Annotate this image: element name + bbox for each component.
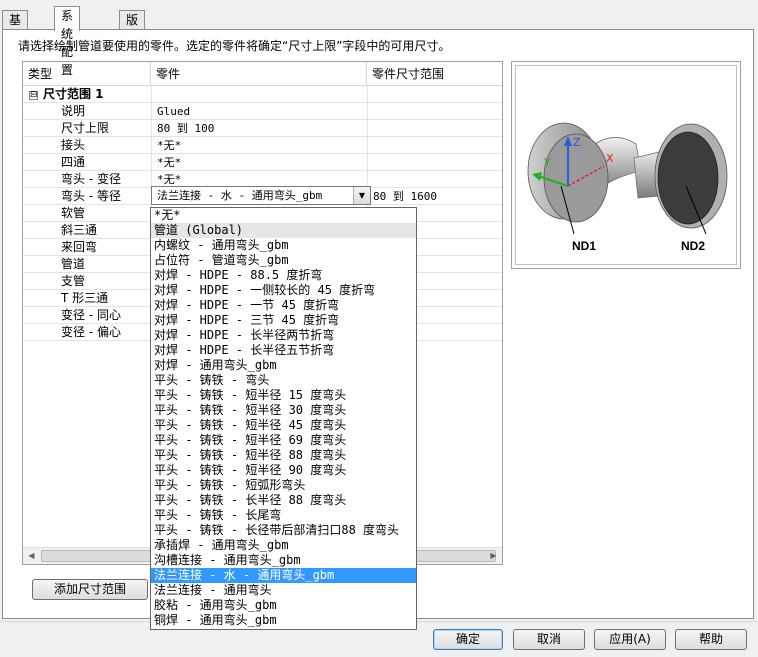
dropdown-item[interactable]: 对焊 - 通用弯头_gbm (151, 358, 416, 373)
label-nd2: ND2 (681, 239, 705, 253)
dropdown-item[interactable]: 铜焊 - 通用弯头_gbm (151, 613, 416, 628)
collapse-icon[interactable]: ⊟ (29, 91, 38, 100)
tab-system-config[interactable]: 系统配置 (54, 6, 81, 77)
dropdown-item[interactable]: 平头 - 铸铁 - 短半径 69 度弯头 (151, 433, 416, 448)
row-type-label[interactable]: 斜三通 (61, 222, 97, 239)
column-header-part[interactable]: 零件 (151, 62, 367, 86)
dropdown-item[interactable]: 平头 - 铸铁 - 长尾弯 (151, 508, 416, 523)
chevron-down-icon[interactable]: ▼ (353, 187, 370, 204)
row-type-label[interactable]: 变径 - 偏心 (61, 324, 121, 341)
tab-version-history[interactable]: 版本历史 (119, 10, 146, 81)
scroll-right-icon[interactable]: ▶ (485, 548, 502, 564)
column-header-size-range[interactable]: 零件尺寸范围 (367, 62, 502, 86)
instruction-text: 请选择绘制管道要使用的零件。选定的零件将确定“尺寸上限”字段中的可用尺寸。 (18, 39, 451, 53)
dropdown-item[interactable]: 平头 - 铸铁 - 短半径 45 度弯头 (151, 418, 416, 433)
dropdown-item[interactable]: 占位符 - 管道弯头_gbm (151, 253, 416, 268)
row-type-label[interactable]: 来回弯 (61, 239, 97, 256)
combo-value: 法兰连接 - 水 - 通用弯头_gbm (157, 189, 323, 202)
axis-label-z: Z (573, 136, 581, 149)
dropdown-item[interactable]: 内螺纹 - 通用弯头_gbm (151, 238, 416, 253)
row-type-label[interactable]: 四通 (61, 154, 85, 171)
dropdown-item[interactable]: 平头 - 铸铁 - 弯头 (151, 373, 416, 388)
row-type-label[interactable]: 软管 (61, 205, 85, 222)
part-combo-box[interactable]: 法兰连接 - 水 - 通用弯头_gbm ▼ (151, 186, 371, 205)
row-type-label[interactable]: 尺寸上限 (61, 120, 109, 137)
dropdown-item[interactable]: 对焊 - HDPE - 长半径两节折弯 (151, 328, 416, 343)
add-size-range-button[interactable]: 添加尺寸范围 (32, 579, 148, 600)
dropdown-item[interactable]: 管道 (Global) (151, 223, 416, 238)
dropdown-item[interactable]: 承插焊 - 通用弯头_gbm (151, 538, 416, 553)
apply-button[interactable]: 应用(A) (594, 629, 666, 650)
part-dropdown-list[interactable]: *无* 管道 (Global) 内螺纹 - 通用弯头_gbm 占位符 - 管道弯头_g… (150, 207, 417, 630)
row-type-label[interactable]: 支管 (61, 273, 85, 290)
label-nd1: ND1 (572, 239, 596, 253)
row-type-label[interactable]: 管道 (61, 256, 85, 273)
ok-button[interactable]: 确定 (433, 629, 503, 650)
row-size-range-value[interactable]: 80 到 1600 (373, 188, 437, 205)
dropdown-item[interactable]: 平头 - 铸铁 - 长半径 88 度弯头 (151, 493, 416, 508)
cancel-button[interactable]: 取消 (513, 629, 585, 650)
row-type-label[interactable]: T 形三通 (61, 290, 108, 307)
dropdown-item[interactable]: 对焊 - HDPE - 88.5 度折弯 (151, 268, 416, 283)
row-type-label[interactable]: 变径 - 同心 (61, 307, 121, 324)
row-part-value[interactable]: 80 到 100 (157, 120, 214, 137)
row-type-label[interactable]: 弯头 - 变径 (61, 171, 121, 188)
dropdown-item[interactable]: 对焊 - HDPE - 长半径五节折弯 (151, 343, 416, 358)
dropdown-item[interactable]: 法兰连接 - 通用弯头 (151, 583, 416, 598)
dropdown-item[interactable]: 对焊 - HDPE - 一侧较长的 45 度折弯 (151, 283, 416, 298)
dropdown-item[interactable]: 平头 - 铸铁 - 短半径 90 度弯头 (151, 463, 416, 478)
elbow-preview-image: Z Y X ND1 ND2 (527, 122, 728, 253)
help-button[interactable]: 帮助 (675, 629, 747, 650)
group-label-size-range: 尺寸范围 1 (43, 87, 104, 101)
scroll-left-icon[interactable]: ◀ (23, 548, 40, 564)
dropdown-item[interactable]: 平头 - 铸铁 - 长径带后部清扫口88 度弯头 (151, 523, 416, 538)
axis-label-x: X (606, 152, 614, 165)
row-part-value[interactable]: *无* (157, 154, 181, 171)
dropdown-item[interactable]: 法兰连接 - 水 - 通用弯头_gbm (151, 568, 416, 583)
dropdown-item[interactable]: 平头 - 铸铁 - 短弧形弯头 (151, 478, 416, 493)
dropdown-item[interactable]: 对焊 - HDPE - 三节 45 度折弯 (151, 313, 416, 328)
dropdown-item[interactable]: 对焊 - HDPE - 一节 45 度折弯 (151, 298, 416, 313)
row-type-label[interactable]: 弯头 - 等径 (61, 188, 121, 205)
row-part-value[interactable]: Glued (157, 103, 190, 120)
column-header-type[interactable]: 类型 (23, 62, 151, 86)
axis-label-y: Y (543, 156, 551, 169)
dropdown-item[interactable]: 平头 - 铸铁 - 短半径 88 度弯头 (151, 448, 416, 463)
dropdown-item[interactable]: 胶粘 - 通用弯头_gbm (151, 598, 416, 613)
row-part-value[interactable]: *无* (157, 137, 181, 154)
tab-basic[interactable]: 基本 (2, 10, 29, 45)
dropdown-item[interactable]: 平头 - 铸铁 - 短半径 15 度弯头 (151, 388, 416, 403)
dropdown-item[interactable]: 平头 - 铸铁 - 短半径 30 度弯头 (151, 403, 416, 418)
dropdown-item[interactable]: 沟槽连接 - 通用弯头_gbm (151, 553, 416, 568)
part-preview: Z Y X ND1 ND2 (511, 61, 741, 269)
dropdown-item[interactable]: *无* (151, 208, 416, 223)
row-type-label[interactable]: 说明 (61, 103, 85, 120)
row-type-label[interactable]: 接头 (61, 137, 85, 154)
